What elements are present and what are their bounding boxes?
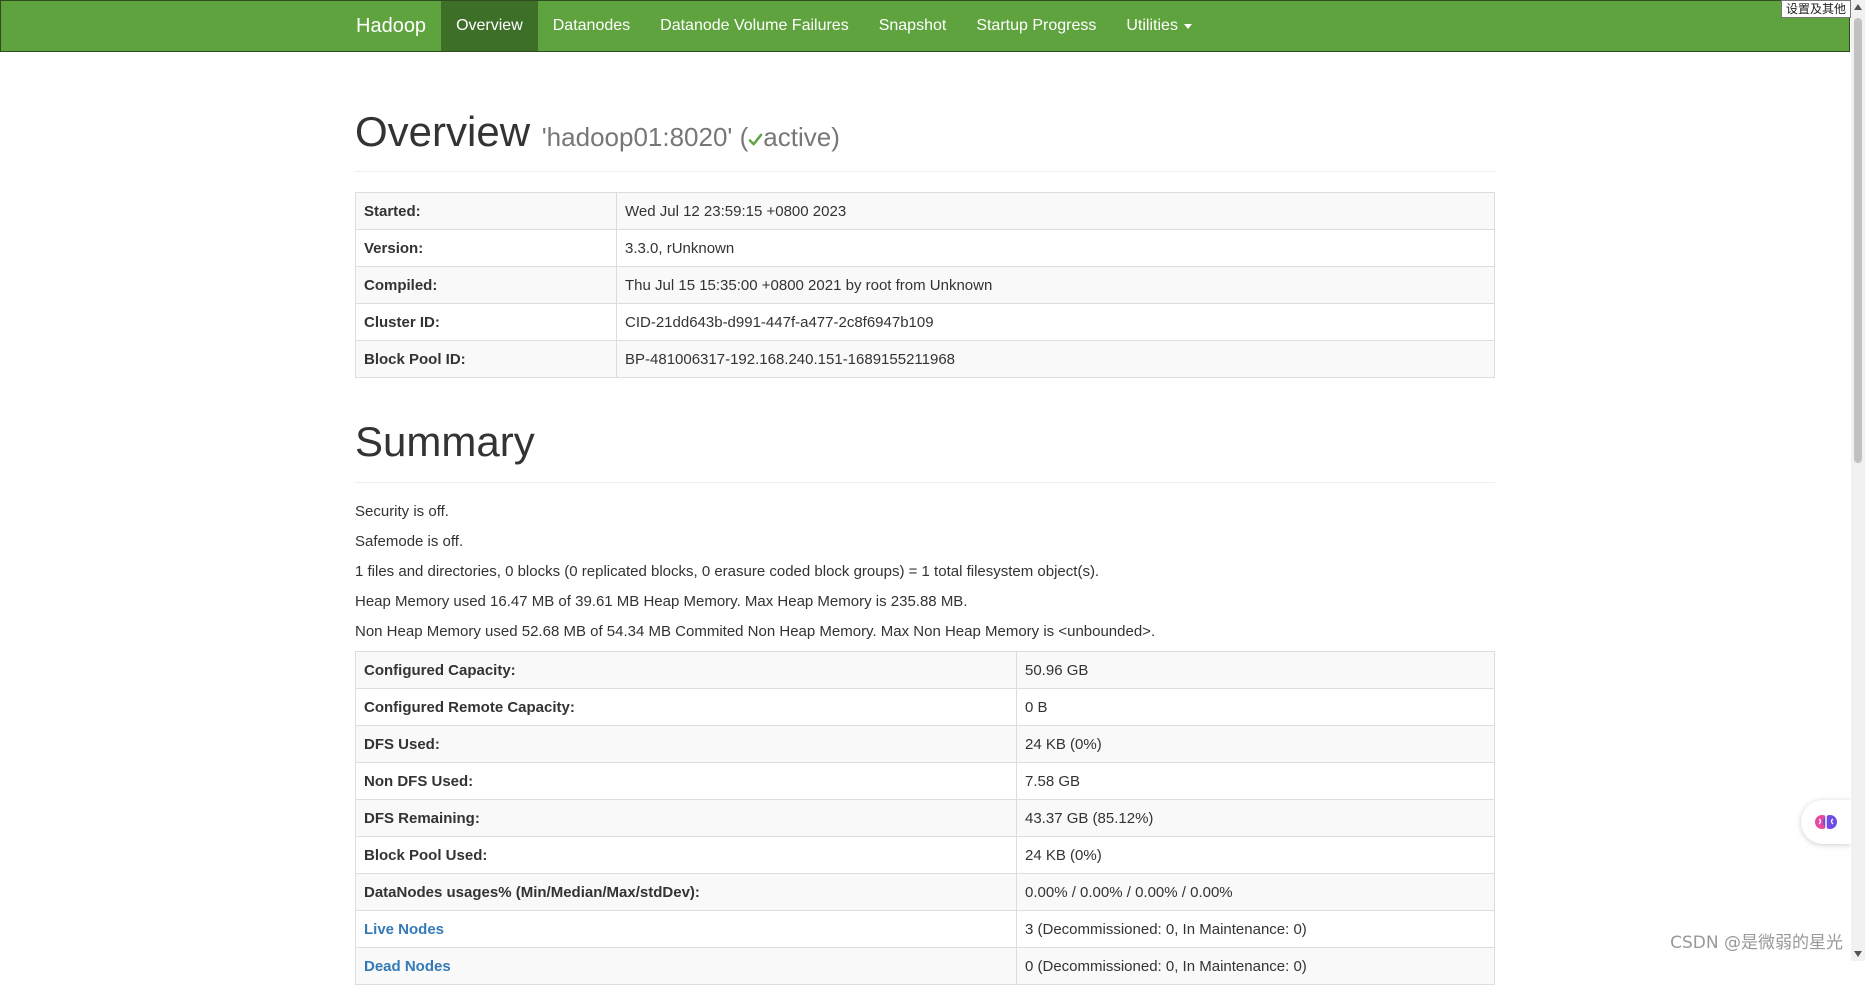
nav-tab-overview[interactable]: Overview <box>441 1 538 51</box>
row-key: Non DFS Used: <box>355 762 1017 800</box>
vertical-scrollbar[interactable] <box>1851 0 1865 961</box>
overview-title: Overview <box>355 108 531 155</box>
table-row: DFS Used: 24 KB (0%) <box>355 725 1495 763</box>
brand-link[interactable]: Hadoop <box>341 1 441 51</box>
row-key: DFS Used: <box>355 725 1017 763</box>
nav-tab-snapshot[interactable]: Snapshot <box>864 1 962 51</box>
row-value: 0 B <box>1016 688 1495 726</box>
row-value: BP-481006317-192.168.240.151-16891552119… <box>616 340 1495 378</box>
table-row: DataNodes usages% (Min/Median/Max/stdDev… <box>355 873 1495 911</box>
filesystem-objects: 1 files and directories, 0 blocks (0 rep… <box>355 563 1100 580</box>
row-value: 24 KB (0%) <box>1016 836 1495 874</box>
live-nodes-link[interactable]: Live Nodes <box>364 921 444 938</box>
overview-header: Overview 'hadoop01:8020' ( active) <box>355 108 1495 172</box>
row-value: 7.58 GB <box>1016 762 1495 800</box>
utilities-label: Utilities <box>1126 17 1178 34</box>
caret-down-icon <box>1183 23 1192 29</box>
brain-icon <box>1815 815 1837 829</box>
heap-memory: Heap Memory used 16.47 MB of 39.61 MB He… <box>355 593 968 610</box>
row-key: Compiled: <box>355 266 617 304</box>
row-key: DFS Remaining: <box>355 799 1017 837</box>
table-row: Non DFS Used: 7.58 GB <box>355 762 1495 800</box>
table-row: Block Pool ID: BP-481006317-192.168.240.1… <box>355 340 1495 378</box>
dead-nodes-link[interactable]: Dead Nodes <box>364 958 451 975</box>
page-title: Overview 'hadoop01:8020' ( active) <box>355 108 1495 156</box>
overview-table: Started: Wed Jul 12 23:59:15 +0800 2023 V… <box>355 192 1495 378</box>
settings-tooltip: 设置及其他 <box>1780 0 1851 18</box>
check-icon <box>748 133 763 146</box>
namenode-state: active <box>763 122 832 152</box>
row-value: 43.37 GB (85.12%) <box>1016 799 1495 837</box>
scroll-thumb[interactable] <box>1854 18 1862 463</box>
row-value: 0 (Decommissioned: 0, In Maintenance: 0) <box>1016 947 1495 985</box>
row-key: Started: <box>355 192 617 230</box>
csdn-watermark: CSDN @是微弱的星光 <box>1670 933 1843 953</box>
row-key-link: Dead Nodes <box>355 947 1017 985</box>
nav-tab-startup-progress[interactable]: Startup Progress <box>961 1 1111 51</box>
row-value: 0.00% / 0.00% / 0.00% / 0.00% <box>1016 873 1495 911</box>
table-row: Live Nodes 3 (Decommissioned: 0, In Maint… <box>355 910 1495 948</box>
nav-tab-datanodes[interactable]: Datanodes <box>538 1 645 51</box>
row-value: 50.96 GB <box>1016 651 1495 689</box>
table-row: Configured Capacity: 50.96 GB <box>355 651 1495 689</box>
row-value: Wed Jul 12 23:59:15 +0800 2023 <box>616 192 1495 230</box>
row-key: Block Pool ID: <box>355 340 617 378</box>
safemode-status: Safemode is off. <box>355 533 464 550</box>
namenode-host: 'hadoop01:8020' ( active) <box>542 122 840 152</box>
non-heap-memory: Non Heap Memory used 52.68 MB of 54.34 M… <box>355 623 1156 640</box>
summary-table: Configured Capacity: 50.96 GB Configured … <box>355 651 1495 985</box>
security-status: Security is off. <box>355 503 449 520</box>
row-key: Cluster ID: <box>355 303 617 341</box>
host-close: ) <box>831 122 840 152</box>
row-value: 3 (Decommissioned: 0, In Maintenance: 0) <box>1016 910 1495 948</box>
nav-tab-datanode-volume-failures[interactable]: Datanode Volume Failures <box>645 1 864 51</box>
row-key: Configured Remote Capacity: <box>355 688 1017 726</box>
nav-inner: Hadoop Overview Datanodes Datanode Volum… <box>341 1 1207 51</box>
row-key: DataNodes usages% (Min/Median/Max/stdDev… <box>355 873 1017 911</box>
row-value: 3.3.0, rUnknown <box>616 229 1495 267</box>
table-row: Dead Nodes 0 (Decommissioned: 0, In Maint… <box>355 947 1495 985</box>
table-row: Started: Wed Jul 12 23:59:15 +0800 2023 <box>355 192 1495 230</box>
table-row: Version: 3.3.0, rUnknown <box>355 229 1495 267</box>
row-key-link: Live Nodes <box>355 910 1017 948</box>
summary-lines: Security is off. Safemode is off. 1 file… <box>355 497 1495 647</box>
row-key: Block Pool Used: <box>355 836 1017 874</box>
row-value: CID-21dd643b-d991-447f-a477-2c8f6947b109 <box>616 303 1495 341</box>
row-key: Version: <box>355 229 617 267</box>
scroll-down-icon[interactable] <box>1854 951 1862 957</box>
nav-dropdown-utilities[interactable]: Utilities <box>1111 1 1207 51</box>
table-row: Block Pool Used: 24 KB (0%) <box>355 836 1495 874</box>
top-navbar: Hadoop Overview Datanodes Datanode Volum… <box>0 0 1850 52</box>
host-label: 'hadoop01:8020' ( <box>541 122 749 152</box>
table-row: Cluster ID: CID-21dd643b-d991-447f-a477-2… <box>355 303 1495 341</box>
table-row: DFS Remaining: 43.37 GB (85.12%) <box>355 799 1495 837</box>
row-key: Configured Capacity: <box>355 651 1017 689</box>
floating-assistant-button[interactable] <box>1801 800 1851 844</box>
main-container: Overview 'hadoop01:8020' ( active) Starte… <box>355 52 1495 985</box>
row-value: Thu Jul 15 15:35:00 +0800 2021 by root f… <box>616 266 1495 304</box>
row-value: 24 KB (0%) <box>1016 725 1495 763</box>
scroll-up-icon[interactable] <box>1854 4 1862 10</box>
summary-title: Summary <box>355 418 1495 483</box>
table-row: Compiled: Thu Jul 15 15:35:00 +0800 2021 … <box>355 266 1495 304</box>
table-row: Configured Remote Capacity: 0 B <box>355 688 1495 726</box>
